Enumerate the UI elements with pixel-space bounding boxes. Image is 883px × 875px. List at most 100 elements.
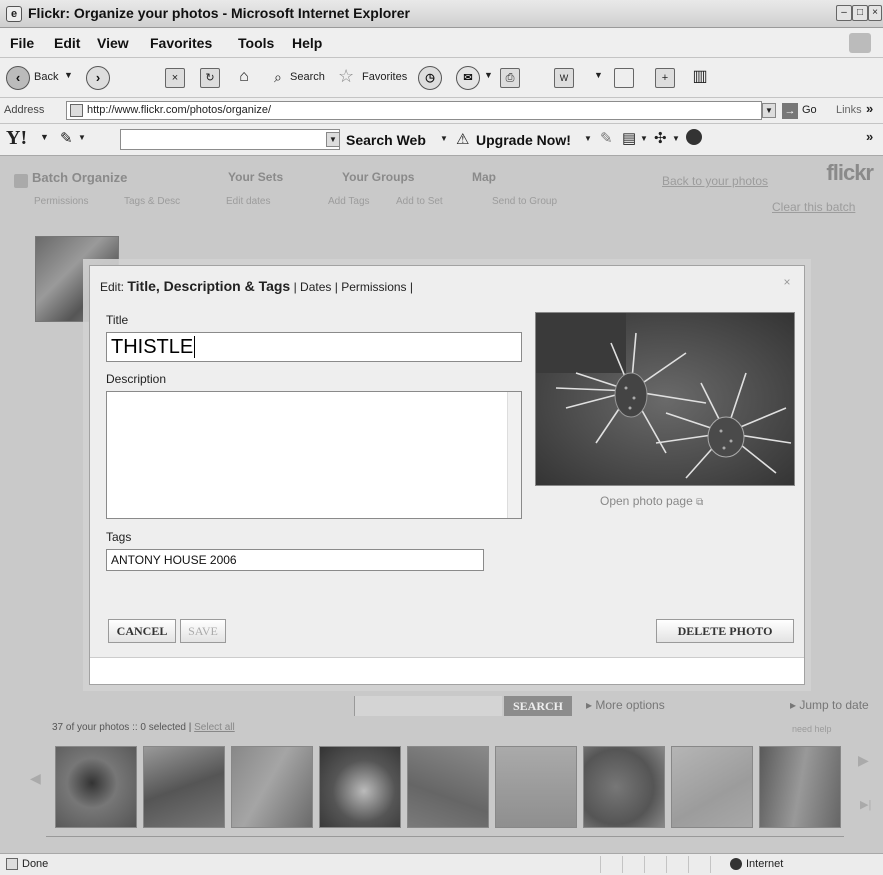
- save-button[interactable]: SAVE: [180, 619, 226, 643]
- tab-permissions[interactable]: Permissions: [341, 280, 406, 294]
- go-button[interactable]: Go: [802, 104, 817, 116]
- close-window-button[interactable]: ×: [868, 5, 882, 21]
- subnav-tags-desc[interactable]: Tags & Desc: [124, 196, 180, 207]
- subnav-permissions[interactable]: Permissions: [34, 196, 88, 207]
- search-icon[interactable]: ⌕: [274, 69, 282, 86]
- strip-right-arrow-icon[interactable]: ▶: [858, 752, 869, 769]
- select-all-link[interactable]: Select all: [194, 722, 235, 733]
- pencil-icon[interactable]: ✎: [60, 129, 73, 147]
- description-textarea[interactable]: [106, 391, 522, 519]
- photo-search-input[interactable]: [354, 696, 502, 716]
- more-options-link[interactable]: ▸ More options: [586, 698, 665, 712]
- subnav-add-to-set[interactable]: Add to Set: [396, 196, 443, 207]
- photo-thumbnail[interactable]: [671, 746, 753, 828]
- photo-thumbnail[interactable]: [495, 746, 577, 828]
- messenger-icon[interactable]: +: [655, 68, 675, 88]
- tab-dates[interactable]: Dates: [300, 280, 331, 294]
- go-arrow-icon[interactable]: →: [782, 103, 798, 119]
- photo-thumbnail[interactable]: [319, 746, 401, 828]
- subnav-send-to-group[interactable]: Send to Group: [492, 196, 557, 207]
- strip-left-arrow-icon[interactable]: ◀: [30, 770, 41, 787]
- timeline-scrollbar[interactable]: [46, 836, 844, 842]
- jump-to-date-link[interactable]: ▸ Jump to date: [790, 698, 869, 712]
- toolbar: ‹ Back ▼ › × ↻ ⌂ ⌕ Search ☆ Favorites ◷ …: [0, 58, 883, 98]
- highlighter-icon[interactable]: ✎: [600, 129, 613, 147]
- back-to-photos-link[interactable]: Back to your photos: [662, 174, 768, 188]
- tab-your-sets[interactable]: Your Sets: [228, 170, 283, 184]
- search-web-button[interactable]: Search Web: [346, 132, 426, 148]
- search-web-dropdown-icon[interactable]: ▼: [440, 134, 448, 143]
- upgrade-now-button[interactable]: Upgrade Now!: [476, 132, 571, 148]
- search-button[interactable]: SEARCH: [504, 696, 572, 716]
- description-scrollbar[interactable]: [507, 392, 521, 518]
- mail-icon[interactable]: ✉: [456, 66, 480, 90]
- menu-tools[interactable]: Tools: [238, 35, 274, 51]
- tags-input[interactable]: ANTONY HOUSE 2006: [106, 549, 484, 571]
- maximize-button[interactable]: □: [852, 5, 868, 21]
- menu-view[interactable]: View: [97, 35, 129, 51]
- yahoo-search-input[interactable]: [120, 129, 340, 150]
- mail-dropdown-icon[interactable]: ▼: [484, 70, 493, 80]
- popup-blocker-icon[interactable]: [686, 129, 702, 145]
- pencil-dropdown-icon[interactable]: ▼: [78, 133, 86, 142]
- minimize-button[interactable]: –: [836, 5, 852, 21]
- antispy-icon[interactable]: ✣: [654, 129, 667, 147]
- yahoo-chevron-icon[interactable]: »: [866, 129, 873, 144]
- mail-toolbar-icon[interactable]: ▤: [622, 129, 636, 147]
- need-help-link[interactable]: need help: [792, 724, 832, 734]
- back-dropdown-icon[interactable]: ▼: [64, 70, 73, 80]
- strip-end-icon[interactable]: ▶|: [860, 798, 871, 811]
- clear-batch-link[interactable]: Clear this batch: [772, 200, 855, 214]
- forward-arrow-icon[interactable]: ›: [86, 66, 110, 90]
- delete-photo-button[interactable]: DELETE PHOTO: [656, 619, 794, 643]
- address-bar: Address http://www.flickr.com/photos/org…: [0, 98, 883, 124]
- photo-thumbnail[interactable]: [583, 746, 665, 828]
- tab-your-groups[interactable]: Your Groups: [342, 170, 414, 184]
- home-icon[interactable]: ⌂: [234, 68, 254, 88]
- mail-toolbar-dropdown-icon[interactable]: ▼: [640, 134, 648, 143]
- tab-map[interactable]: Map: [472, 170, 496, 184]
- links-button[interactable]: Links: [836, 104, 862, 116]
- title-input[interactable]: THISTLE: [106, 332, 522, 362]
- antispy-dropdown-icon[interactable]: ▼: [672, 134, 680, 143]
- back-button-label[interactable]: Back: [34, 71, 58, 83]
- tab-title-description-tags[interactable]: Title, Description & Tags: [127, 278, 290, 294]
- menu-favorites[interactable]: Favorites: [150, 35, 212, 51]
- research-icon[interactable]: ▥: [690, 68, 710, 88]
- menu-file[interactable]: File: [10, 35, 34, 51]
- photo-thumbnail[interactable]: [231, 746, 313, 828]
- stop-icon[interactable]: ×: [165, 68, 185, 88]
- search-button-label[interactable]: Search: [290, 71, 325, 83]
- open-photo-page-link[interactable]: Open photo page ⧉: [600, 494, 703, 508]
- refresh-icon[interactable]: ↻: [200, 68, 220, 88]
- favorites-button-label[interactable]: Favorites: [362, 71, 407, 83]
- edit-dropdown-icon[interactable]: ▼: [594, 70, 603, 80]
- cancel-button[interactable]: CANCEL: [108, 619, 176, 643]
- tab-batch-organize[interactable]: Batch Organize: [32, 170, 127, 185]
- address-input[interactable]: http://www.flickr.com/photos/organize/: [66, 101, 762, 120]
- yahoo-search-dropdown-icon[interactable]: ▼: [326, 132, 340, 147]
- yahoo-dropdown-icon[interactable]: ▼: [40, 132, 49, 142]
- upgrade-dropdown-icon[interactable]: ▼: [584, 134, 592, 143]
- word-icon[interactable]: W: [554, 68, 574, 88]
- favorites-star-icon[interactable]: ☆: [338, 66, 354, 87]
- photo-thumbnail[interactable]: [143, 746, 225, 828]
- address-dropdown-icon[interactable]: ▼: [762, 103, 776, 118]
- photo-preview[interactable]: [535, 312, 795, 486]
- menu-help[interactable]: Help: [292, 35, 322, 51]
- subnav-edit-dates[interactable]: Edit dates: [226, 196, 270, 207]
- subnav-add-tags[interactable]: Add Tags: [328, 196, 370, 207]
- menu-edit[interactable]: Edit: [54, 35, 80, 51]
- back-arrow-icon[interactable]: ‹: [6, 66, 30, 90]
- photo-thumbnail[interactable]: [759, 746, 841, 828]
- yahoo-logo[interactable]: Y!: [6, 127, 27, 150]
- links-chevron-icon[interactable]: »: [866, 101, 873, 116]
- close-dialog-icon[interactable]: ×: [780, 276, 794, 290]
- photo-thumbnail[interactable]: [55, 746, 137, 828]
- history-icon[interactable]: ◷: [418, 66, 442, 90]
- discuss-icon[interactable]: [614, 68, 634, 88]
- photo-thumbnail[interactable]: [407, 746, 489, 828]
- print-icon[interactable]: ⎙: [500, 68, 520, 88]
- status-cell: [666, 856, 667, 873]
- page-icon: [70, 104, 83, 117]
